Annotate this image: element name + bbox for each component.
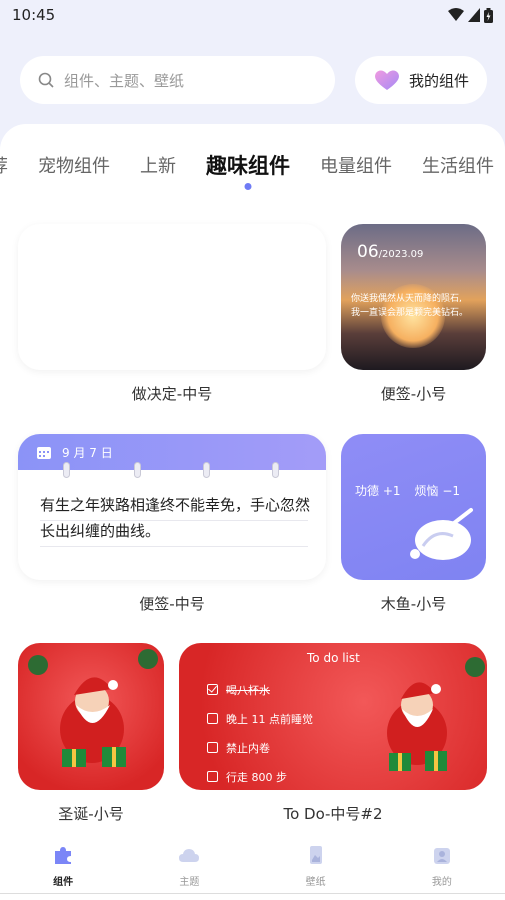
todo-item[interactable]: 喝八杯水 — [207, 675, 313, 704]
cloud-icon — [179, 849, 200, 862]
todo-item-text: 晚上 11 点前睡觉 — [226, 712, 313, 726]
binder-rings — [18, 462, 326, 482]
nav-widgets[interactable]: 组件 — [23, 844, 103, 888]
status-icons — [448, 7, 493, 23]
memo-small-day: 06 — [357, 242, 379, 262]
todo-item[interactable]: 行走 800 步 — [207, 762, 313, 790]
checkbox-icon — [207, 742, 218, 753]
system-home-bar — [0, 893, 505, 900]
puzzle-icon — [55, 847, 72, 864]
decision-medium-card[interactable] — [18, 224, 326, 370]
memo-small-caption: 便签-小号 — [380, 385, 447, 403]
binder-ring — [63, 462, 70, 478]
status-bar: 10:45 — [0, 0, 505, 30]
binder-ring — [272, 462, 279, 478]
my-widgets-label: 我的组件 — [408, 71, 469, 90]
search-row: 组件、主题、壁纸 我的组件 — [20, 56, 487, 104]
memo-ruled-line — [40, 546, 308, 547]
signal-icon — [468, 8, 480, 22]
trouble-counter: 烦恼 −1 — [414, 484, 461, 498]
todo-item[interactable]: 禁止内卷 — [207, 733, 313, 762]
santa-image — [28, 649, 158, 767]
tab-life-widgets[interactable]: 生活组件 — [422, 152, 494, 178]
memo-medium-card[interactable]: 9 月 7 日 有生之年狭路相逢终不能幸免，手心忽然长出纠缠的曲线。 — [18, 434, 326, 580]
my-widgets-button[interactable]: 我的组件 — [354, 56, 487, 104]
christmas-small-card[interactable] — [18, 643, 164, 790]
binder-ring — [203, 462, 210, 478]
wooden-fish-caption: 木鱼-小号 — [380, 595, 447, 613]
binder-ring — [134, 462, 141, 478]
profile-icon — [433, 848, 450, 864]
search-placeholder: 组件、主题、壁纸 — [64, 71, 185, 90]
todo-list: 喝八杯水 晚上 11 点前睡觉 禁止内卷 行走 800 步 — [207, 675, 313, 790]
todo-medium-caption: To Do-中号#2 — [283, 805, 383, 823]
bottom-nav: 组件 主题 壁纸 我的 — [0, 838, 505, 900]
category-tabs: 荐 宠物组件 上新 趣味组件 电量组件 生活组件 — [0, 145, 505, 190]
memo-small-quote: 你送我偶然从天而降的陨石, 我一直误会那是颗完美钻石。 — [351, 292, 479, 320]
memo-small-year-month: /2023.09 — [378, 249, 424, 260]
wallpaper-icon — [309, 846, 322, 864]
wooden-fish-icon — [410, 508, 473, 560]
active-tab-indicator — [244, 183, 252, 190]
todo-item[interactable]: 晚上 11 点前睡觉 — [207, 704, 313, 733]
battery-icon — [484, 7, 493, 23]
wooden-fish-card[interactable]: 功德 +1 烦恼 −1 — [341, 434, 486, 580]
tab-pet-widgets[interactable]: 宠物组件 — [38, 152, 110, 178]
nav-widgets-label: 组件 — [53, 877, 74, 888]
nav-wallpapers-label: 壁纸 — [305, 877, 326, 888]
todo-medium-card[interactable]: To do list 喝八杯水 晚上 11 点前睡觉 禁止内卷 行走 800 步 — [179, 643, 487, 790]
memo-small-quote-line1: 你送我偶然从天而降的陨石, — [351, 294, 462, 304]
nav-themes[interactable]: 主题 — [149, 844, 229, 888]
todo-item-text: 行走 800 步 — [226, 770, 287, 784]
checkbox-icon — [207, 771, 218, 782]
memo-medium-caption: 便签-中号 — [139, 595, 205, 613]
todo-title: To do list — [307, 651, 360, 665]
nav-profile[interactable]: 我的 — [402, 844, 482, 888]
status-time: 10:45 — [12, 6, 56, 24]
checkbox-icon — [207, 713, 218, 724]
heart-icon — [375, 70, 399, 90]
wooden-fish-stats: 功德 +1 烦恼 −1 — [355, 482, 460, 499]
memo-medium-text: 有生之年狭路相逢终不能幸免，手心忽然长出纠缠的曲线。 — [40, 496, 311, 540]
santa-image — [387, 657, 485, 771]
calendar-icon — [37, 447, 51, 459]
memo-small-date: 06/2023.09 — [357, 242, 423, 262]
tab-fun-widgets-label: 趣味组件 — [206, 154, 290, 178]
search-icon — [38, 72, 54, 88]
nav-profile-label: 我的 — [431, 877, 452, 888]
tab-new[interactable]: 上新 — [140, 152, 176, 178]
tab-fun-widgets[interactable]: 趣味组件 — [206, 150, 290, 190]
tab-recommend[interactable]: 荐 — [0, 152, 8, 178]
merit-counter: 功德 +1 — [355, 484, 401, 498]
memo-ruled-line — [40, 520, 308, 521]
nav-themes-label: 主题 — [179, 877, 200, 888]
wifi-icon — [448, 8, 464, 21]
memo-small-card[interactable]: 06/2023.09 你送我偶然从天而降的陨石, 我一直误会那是颗完美钻石。 — [341, 224, 486, 370]
checkbox-checked-icon — [207, 684, 218, 695]
memo-medium-date: 9 月 7 日 — [62, 445, 113, 460]
todo-item-text: 喝八杯水 — [226, 683, 270, 697]
todo-item-text: 禁止内卷 — [226, 741, 270, 755]
tab-battery-widgets[interactable]: 电量组件 — [320, 152, 392, 178]
memo-small-quote-line2: 我一直误会那是颗完美钻石。 — [351, 308, 469, 318]
search-input[interactable]: 组件、主题、壁纸 — [20, 56, 335, 104]
christmas-small-caption: 圣诞-小号 — [58, 805, 124, 823]
nav-wallpapers[interactable]: 壁纸 — [276, 844, 356, 888]
decision-medium-caption: 做决定-中号 — [131, 385, 213, 403]
